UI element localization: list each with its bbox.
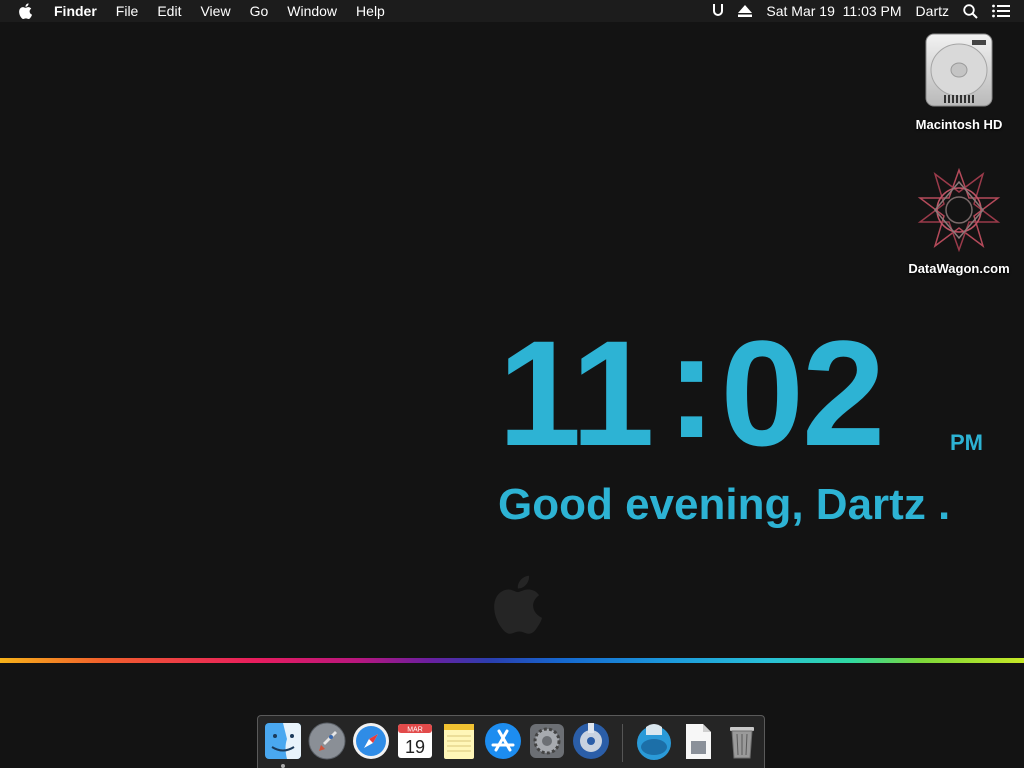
dock-launchpad[interactable] (307, 721, 347, 761)
clock-hours: 11 (498, 309, 655, 477)
desktop-icon-label: Macintosh HD (915, 117, 1003, 132)
apple-menu-icon[interactable] (18, 3, 38, 19)
running-indicator (281, 764, 285, 768)
menu-go[interactable]: Go (250, 0, 269, 22)
dock: MAR 19 (257, 715, 765, 768)
menu-bar: Finder File Edit View Go Window Help Sat… (0, 0, 1024, 22)
notes-icon (444, 724, 474, 759)
menu-file[interactable]: File (116, 0, 139, 22)
gear-icon (530, 724, 564, 758)
rocket-icon (308, 722, 346, 760)
menu-edit[interactable]: Edit (157, 0, 181, 22)
menubar-user[interactable]: Dartz (916, 0, 949, 22)
calendar-icon: MAR 19 (398, 724, 432, 758)
dock-system-preferences[interactable] (527, 721, 567, 761)
clock-minutes: 02 (720, 309, 886, 477)
dock-utility[interactable] (571, 721, 611, 761)
calendar-month: MAR (407, 727, 423, 734)
dock-finder[interactable] (263, 721, 303, 768)
magnet-status-icon[interactable] (712, 4, 724, 18)
menu-help[interactable]: Help (356, 0, 385, 22)
utility-disc-icon (573, 723, 609, 759)
compass-icon (353, 723, 389, 759)
menubar-clock[interactable]: Sat Mar 19 11:03 PM (766, 0, 901, 22)
desktop-icon-label: DataWagon.com (908, 261, 1010, 276)
dock-document[interactable] (678, 721, 718, 761)
clock-colon: : (666, 301, 717, 469)
desktop-icon-datawagon[interactable]: DataWagon.com (904, 167, 1014, 276)
geometric-star-icon (917, 167, 1001, 253)
dock-separator (622, 724, 623, 762)
menu-finder[interactable]: Finder (54, 0, 97, 22)
dock-safari[interactable] (351, 721, 391, 761)
dock-notes[interactable] (439, 721, 479, 761)
notification-center-icon[interactable] (992, 4, 1010, 18)
app-store-icon (485, 723, 521, 759)
dock-app-store[interactable] (483, 721, 523, 761)
downloads-icon (637, 724, 671, 760)
greeting-text: Good evening, Dartz . (498, 480, 951, 529)
rainbow-divider (0, 658, 1024, 663)
document-icon (686, 724, 711, 759)
trash-icon (730, 727, 754, 759)
clock-widget: 11:02 (498, 310, 885, 468)
hard-drive-icon (925, 33, 993, 107)
desktop-icon-macintosh-hd[interactable]: Macintosh HD (904, 32, 1014, 132)
calendar-day: 19 (405, 737, 425, 757)
spotlight-search-icon[interactable] (963, 3, 978, 19)
finder-icon (265, 723, 301, 759)
dock-calendar[interactable]: MAR 19 (395, 721, 435, 761)
eject-icon[interactable] (738, 5, 753, 17)
menu-view[interactable]: View (200, 0, 230, 22)
wallpaper-apple-logo-icon (490, 574, 542, 639)
dock-trash[interactable] (722, 721, 762, 761)
menu-window[interactable]: Window (287, 0, 337, 22)
dock-downloads[interactable] (634, 721, 674, 761)
clock-ampm: PM (950, 430, 983, 455)
